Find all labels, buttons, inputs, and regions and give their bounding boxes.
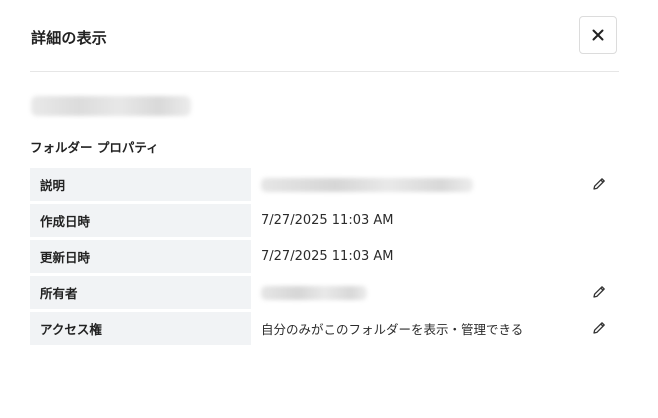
close-icon — [592, 29, 604, 41]
property-value — [261, 168, 579, 201]
properties-table: 説明 作成日時 7/27/2025 11:03 AM 更新日時 7/27/202… — [30, 165, 619, 348]
owner-redacted — [261, 285, 367, 300]
pencil-icon — [593, 178, 605, 190]
close-button[interactable] — [579, 16, 617, 54]
property-value: 自分のみがこのフォルダーを表示・管理できる — [261, 322, 524, 337]
property-key: 作成日時 — [30, 204, 261, 237]
property-value: 7/27/2025 11:03 AM — [261, 213, 394, 228]
section-label: フォルダー プロパティ — [30, 140, 159, 155]
property-key: 説明 — [30, 168, 261, 201]
description-redacted — [261, 177, 473, 192]
edit-description-button[interactable] — [588, 173, 610, 195]
property-row-created: 作成日時 7/27/2025 11:03 AM — [30, 204, 619, 237]
property-row-description: 説明 — [30, 168, 619, 201]
edit-owner-button[interactable] — [588, 281, 610, 303]
property-row-access: アクセス権 自分のみがこのフォルダーを表示・管理できる — [30, 312, 619, 345]
header-divider — [30, 71, 619, 72]
folder-name-redacted — [31, 96, 191, 116]
pencil-icon — [593, 286, 605, 298]
pencil-icon — [593, 322, 605, 334]
property-value: 7/27/2025 11:03 AM — [261, 249, 394, 264]
property-key: 更新日時 — [30, 240, 261, 273]
edit-access-button[interactable] — [588, 317, 610, 339]
property-row-owner: 所有者 — [30, 276, 619, 309]
property-value — [261, 276, 579, 309]
property-key: 所有者 — [30, 276, 261, 309]
property-key: アクセス権 — [30, 312, 261, 345]
dialog-title: 詳細の表示 — [31, 29, 108, 47]
property-row-modified: 更新日時 7/27/2025 11:03 AM — [30, 240, 619, 273]
